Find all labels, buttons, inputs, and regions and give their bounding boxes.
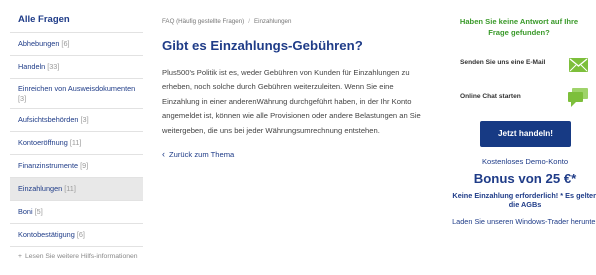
- sidebar-item-count: [6]: [61, 39, 70, 48]
- sidebar-item-aufsichtsbehoerden[interactable]: Aufsichtsbehörden [3]: [10, 108, 143, 131]
- sidebar-item-finanzinstrumente[interactable]: Finanzinstrumente [9]: [10, 154, 143, 177]
- sidebar-item-kontobestaetigung[interactable]: Kontobestätigung [6]: [10, 223, 143, 246]
- chat-contact-row[interactable]: Online Chat starten: [460, 88, 588, 110]
- sidebar-item-label: Abhebungen: [18, 39, 60, 48]
- sidebar-item-kontoeroeffnung[interactable]: Kontoeröffnung [11]: [10, 131, 143, 154]
- article-body: Plus500's Politik ist es, weder Gebühren…: [162, 68, 421, 135]
- sidebar-item-handeln[interactable]: Handeln [33]: [10, 55, 143, 78]
- back-link-label: Zurück zum Thema: [169, 150, 235, 160]
- sidebar-item-count: [3]: [18, 94, 27, 103]
- back-to-topic-link[interactable]: ‹ Zurück zum Thema: [162, 149, 234, 159]
- sidebar-item-count: [11]: [64, 184, 76, 193]
- sidebar-item-count: [33]: [47, 62, 60, 71]
- envelope-icon[interactable]: [569, 58, 588, 77]
- sidebar-item-ausweisdokumente[interactable]: Einreichen von Ausweisdokumenten [3]: [10, 78, 143, 108]
- bonus-headline: Bonus von 25 €*: [473, 171, 577, 186]
- help-panel: Haben Sie keine Antwort auf Ihre Frage g…: [450, 16, 596, 226]
- sidebar-item-label: Einzahlungen: [18, 184, 63, 193]
- chevron-left-icon: ‹: [162, 149, 165, 160]
- breadcrumb-current[interactable]: Einzahlungen: [254, 18, 292, 25]
- page-title: Gibt es Einzahlungs-Gebühren?: [162, 38, 363, 53]
- help-question: Haben Sie keine Antwort auf Ihre Frage g…: [459, 17, 579, 37]
- sidebar-item-label: Kontobestätigung: [18, 230, 75, 239]
- sidebar-item-boni[interactable]: Boni [5]: [10, 200, 143, 223]
- article-main: FAQ (Häufig gestellte Fragen) / Einzahlung…: [162, 18, 432, 162]
- sidebar-item-label: Finanzinstrumente: [18, 161, 79, 170]
- sidebar-item-count: [3]: [80, 115, 89, 124]
- sidebar-item-label: Einreichen von Ausweisdokumenten: [18, 84, 136, 93]
- bonus-note: Keine Einzahlung erforderlich! * Es gelt…: [452, 191, 596, 209]
- sidebar-item-label: Boni: [18, 207, 33, 216]
- sidebar-item-count: [9]: [80, 161, 89, 170]
- windows-trader-link[interactable]: Laden Sie unseren Windows-Trader herunte…: [450, 217, 596, 227]
- email-label: Senden Sie uns eine E-Mail: [460, 59, 546, 66]
- faq-sidebar: Alle Fragen Abhebungen [6] Handeln [33] …: [10, 13, 143, 261]
- trade-now-button[interactable]: Jetzt handeln!: [480, 121, 571, 147]
- sidebar-title: Alle Fragen: [18, 14, 70, 25]
- breadcrumb-root-link[interactable]: FAQ (Häufig gestellte Fragen): [162, 18, 244, 25]
- chat-bubble-icon[interactable]: [568, 88, 588, 112]
- email-contact-row[interactable]: Senden Sie uns eine E-Mail: [460, 58, 588, 80]
- breadcrumb: FAQ (Häufig gestellte Fragen) / Einzahlung…: [162, 18, 432, 30]
- chat-label: Online Chat starten: [460, 93, 521, 100]
- sidebar-item-label: Handeln: [18, 62, 46, 71]
- sidebar-item-count: [6]: [76, 230, 85, 239]
- sidebar-item-abhebungen[interactable]: Abhebungen [6]: [10, 32, 143, 55]
- sidebar-item-label: Kontoeröffnung: [18, 138, 68, 147]
- sidebar-item-count: [11]: [69, 138, 82, 147]
- sidebar-item-einzahlungen[interactable]: Einzahlungen [11]: [10, 177, 143, 200]
- plus-icon: +: [18, 253, 22, 260]
- more-help-label: Lesen Sie weitere Hilfs-informationen: [24, 253, 138, 260]
- more-help-link[interactable]: + Lesen Sie weitere Hilfs-informationen: [10, 246, 143, 261]
- demo-account-link[interactable]: Kostenloses Demo-Konto: [450, 157, 596, 166]
- breadcrumb-separator: /: [248, 18, 250, 25]
- sidebar-item-label: Aufsichtsbehörden: [18, 115, 79, 124]
- sidebar-item-count: [5]: [34, 207, 43, 216]
